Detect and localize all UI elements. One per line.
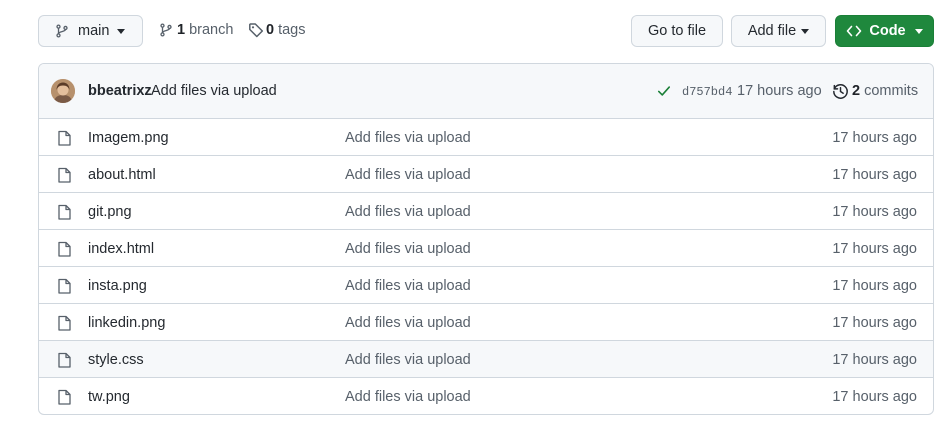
file-commit-message[interactable]: Add files via upload <box>345 204 471 220</box>
file-commit-message[interactable]: Add files via upload <box>345 315 471 331</box>
commit-author[interactable]: bbeatrixz <box>88 83 152 99</box>
file-commit-message[interactable]: Add files via upload <box>345 167 471 183</box>
commit-message[interactable]: Add files via upload <box>151 83 277 99</box>
file-time: 17 hours ago <box>832 167 917 183</box>
file-time: 17 hours ago <box>832 204 917 220</box>
git-branch-icon <box>159 22 173 38</box>
file-name[interactable]: Imagem.png <box>88 130 169 146</box>
latest-commit-bar: bbeatrixz Add files via upload d757bd4 1… <box>39 64 933 119</box>
code-label: Code <box>869 23 906 39</box>
file-commit-message[interactable]: Add files via upload <box>345 241 471 257</box>
code-button[interactable]: Code <box>835 15 934 47</box>
add-file-label: Add file <box>747 23 797 39</box>
commits-count: 2 <box>852 83 861 99</box>
file-name[interactable]: style.css <box>88 352 144 368</box>
tag-icon <box>248 22 264 38</box>
branches-count: 1 <box>177 22 186 38</box>
branch-selector-button[interactable]: main <box>38 15 143 47</box>
file-time: 17 hours ago <box>832 352 917 368</box>
history-icon <box>832 83 849 100</box>
branches-label: branch <box>189 22 234 38</box>
file-icon <box>58 204 71 220</box>
file-time: 17 hours ago <box>832 389 917 405</box>
file-icon <box>58 278 71 294</box>
file-commit-message[interactable]: Add files via upload <box>345 352 471 368</box>
file-row[interactable]: tw.png Add files via upload 17 hours ago <box>39 378 933 414</box>
git-branch-icon <box>55 23 69 39</box>
file-row[interactable]: insta.png Add files via upload 17 hours … <box>39 267 933 304</box>
file-list: bbeatrixz Add files via upload d757bd4 1… <box>38 63 934 415</box>
caret-down-icon <box>117 28 126 34</box>
file-time: 17 hours ago <box>832 130 917 146</box>
file-time: 17 hours ago <box>832 241 917 257</box>
file-commit-message[interactable]: Add files via upload <box>345 389 471 405</box>
file-name[interactable]: about.html <box>88 167 156 183</box>
file-name[interactable]: linkedin.png <box>88 315 165 331</box>
commit-sha[interactable]: d757bd4 <box>682 85 732 99</box>
file-name[interactable]: tw.png <box>88 389 130 405</box>
file-name[interactable]: index.html <box>88 241 154 257</box>
file-icon <box>58 315 71 331</box>
file-icon <box>58 167 71 183</box>
file-commit-message[interactable]: Add files via upload <box>345 278 471 294</box>
tags-count: 0 <box>266 22 275 38</box>
branch-name: main <box>78 23 110 39</box>
branches-link[interactable]: 1 branch <box>159 22 233 38</box>
code-icon <box>846 23 862 39</box>
file-icon <box>58 241 71 257</box>
commit-time: 17 hours ago <box>737 83 822 99</box>
file-time: 17 hours ago <box>832 278 917 294</box>
add-file-button[interactable]: Add file <box>731 15 826 47</box>
file-row[interactable]: index.html Add files via upload 17 hours… <box>39 230 933 267</box>
caret-down-icon <box>914 28 923 34</box>
file-time: 17 hours ago <box>832 315 917 331</box>
file-name[interactable]: insta.png <box>88 278 147 294</box>
file-icon <box>58 352 71 368</box>
avatar[interactable] <box>51 79 75 103</box>
caret-down-icon <box>801 28 810 34</box>
file-name[interactable]: git.png <box>88 204 132 220</box>
check-icon[interactable] <box>657 84 671 98</box>
file-row[interactable]: style.css Add files via upload 17 hours … <box>39 341 933 378</box>
go-to-file-button[interactable]: Go to file <box>631 15 723 47</box>
tags-link[interactable]: 0 tags <box>248 22 306 38</box>
file-row[interactable]: about.html Add files via upload 17 hours… <box>39 156 933 193</box>
file-row[interactable]: git.png Add files via upload 17 hours ag… <box>39 193 933 230</box>
file-commit-message[interactable]: Add files via upload <box>345 130 471 146</box>
commits-label: commits <box>864 83 919 99</box>
file-row[interactable]: linkedin.png Add files via upload 17 hou… <box>39 304 933 341</box>
file-row[interactable]: Imagem.png Add files via upload 17 hours… <box>39 119 933 156</box>
go-to-file-label: Go to file <box>647 23 707 39</box>
tags-label: tags <box>278 22 306 38</box>
file-icon <box>58 389 71 405</box>
commits-link[interactable]: 2 commits <box>852 83 918 99</box>
file-icon <box>58 130 71 146</box>
